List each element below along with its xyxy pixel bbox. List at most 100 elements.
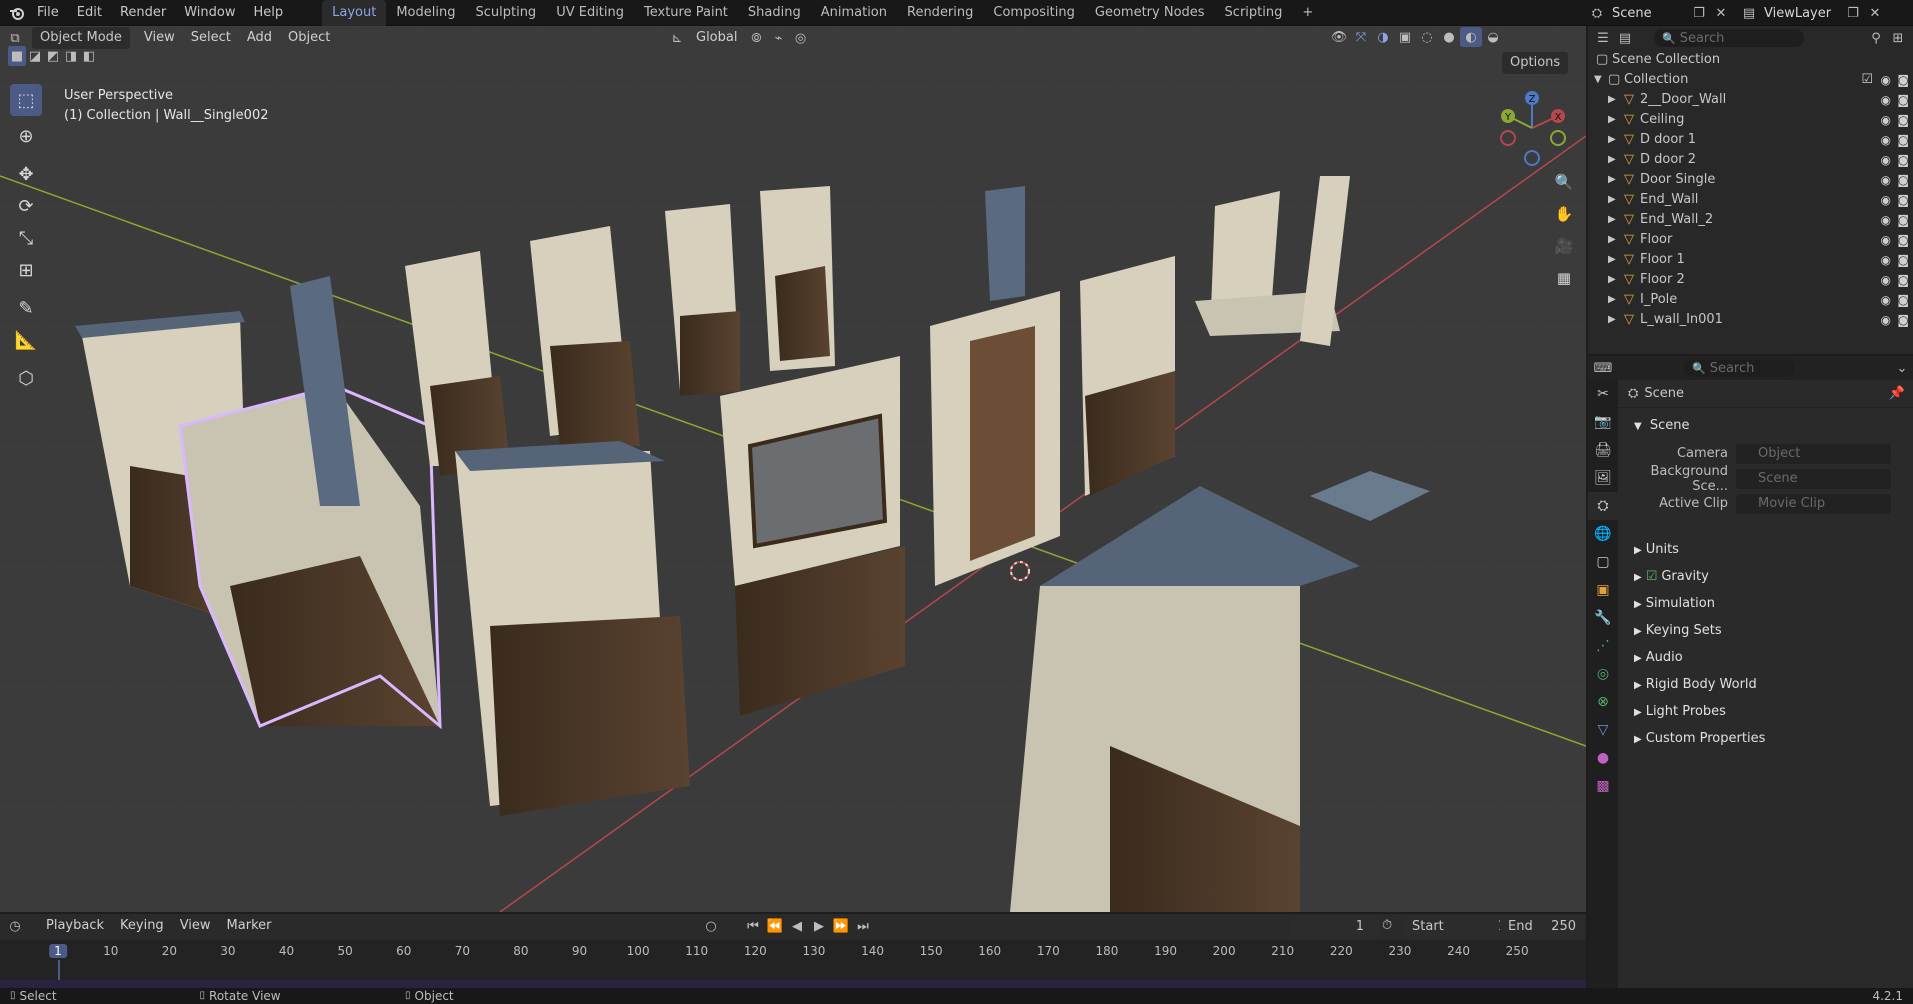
camera-icon[interactable]: ◙ (1897, 110, 1909, 130)
next-keyframe-icon[interactable]: ⏩ (830, 916, 852, 936)
viewport-menu-object[interactable]: Object (280, 27, 338, 49)
select-extend-icon[interactable]: ◪ (26, 46, 44, 66)
xray-icon[interactable]: ▣ (1394, 27, 1416, 47)
tab-uv-editing[interactable]: UV Editing (546, 0, 634, 26)
stopwatch-icon[interactable]: ⏱ (1382, 918, 1392, 933)
tab-geometry-nodes[interactable]: Geometry Nodes (1085, 0, 1215, 26)
tab-sculpting[interactable]: Sculpting (465, 0, 546, 26)
timeline-menu-playback[interactable]: Playback (38, 915, 112, 937)
options-chevron-icon[interactable]: ⌄ (1891, 358, 1913, 378)
subpanel-header[interactable]: ▶ Custom Properties (1618, 725, 1913, 752)
shading-rendered-icon[interactable]: ◒ (1482, 27, 1504, 47)
eye-icon[interactable]: ◉ (1881, 170, 1891, 190)
pin-icon[interactable]: 📌 (1889, 386, 1905, 401)
timeline-menu-keying[interactable]: Keying (112, 915, 172, 937)
new-view-layer-icon[interactable]: ❐ (1842, 3, 1864, 23)
outliner-item[interactable]: ▶ ▽ Floor ◉ ◙ (1588, 230, 1913, 250)
eye-icon[interactable]: ◉ (1881, 150, 1891, 170)
eye-icon[interactable]: ◉ (1881, 270, 1891, 290)
world-tab-icon[interactable]: 🌐 (1588, 520, 1618, 548)
scene-name-field[interactable]: Scene (1608, 6, 1688, 21)
menu-window[interactable]: Window (175, 0, 244, 26)
subpanel-header[interactable]: ▶ Keying Sets (1618, 617, 1913, 644)
snap-icon[interactable]: ⌁ (767, 28, 789, 48)
menu-file[interactable]: File (28, 0, 68, 26)
particles-tab-icon[interactable]: ⋰ (1588, 632, 1618, 660)
options-dropdown[interactable]: Options (1502, 52, 1569, 74)
outliner-item[interactable]: ▶ ▽ L_wall_In001 ◉ ◙ (1588, 310, 1913, 330)
physics-tab-icon[interactable]: ◎ (1588, 660, 1618, 688)
window-wall-module[interactable] (720, 356, 905, 716)
viewport-menu-add[interactable]: Add (239, 27, 280, 49)
eye-icon[interactable]: ◉ (1881, 250, 1891, 270)
object-tab-icon[interactable]: ▣ (1588, 576, 1618, 604)
timeline-menu-view[interactable]: View (172, 915, 219, 937)
camera-icon[interactable]: ◙ (1897, 290, 1909, 310)
menu-edit[interactable]: Edit (68, 0, 111, 26)
material-tab-icon[interactable]: ● (1588, 744, 1618, 772)
eye-icon[interactable]: ◉ (1881, 130, 1891, 150)
pan-hand-icon[interactable]: ✋ (1548, 198, 1580, 230)
view-layer-field[interactable]: ViewLayer (1760, 6, 1842, 21)
transform-orientation-dropdown[interactable]: Global (688, 27, 745, 49)
tab-animation[interactable]: Animation (811, 0, 897, 26)
add-workspace-button[interactable]: + (1292, 0, 1323, 26)
tab-rendering[interactable]: Rendering (897, 0, 983, 26)
camera-icon[interactable]: ◙ (1897, 210, 1909, 230)
chevron-right-icon[interactable]: ▶ (1608, 230, 1616, 250)
camera-icon[interactable]: ◙ (1897, 230, 1909, 250)
editor-type-icon[interactable]: ⧉ (4, 28, 26, 48)
wall-module[interactable] (1080, 256, 1175, 496)
menu-help[interactable]: Help (245, 0, 293, 26)
jump-start-icon[interactable]: ⏮ (742, 916, 764, 936)
outliner-search-input[interactable]: Search (1680, 31, 1725, 46)
start-frame-field[interactable]: Start 1 (1404, 916, 1514, 938)
menu-render[interactable]: Render (111, 0, 175, 26)
camera-icon[interactable]: ◙ (1897, 250, 1909, 270)
shading-material-icon[interactable]: ◐ (1460, 27, 1482, 47)
measure-tool-icon[interactable]: 📐 (10, 324, 42, 356)
viewport-menu-view[interactable]: View (136, 27, 183, 49)
play-reverse-icon[interactable]: ◀ (786, 916, 808, 936)
camera-icon[interactable]: ◙ (1897, 310, 1909, 330)
property-value-field[interactable]: Object (1736, 443, 1891, 464)
outliner-item[interactable]: ▶ ▽ End_Wall_2 ◉ ◙ (1588, 210, 1913, 230)
gizmo-toggle-icon[interactable]: ⤧ (1350, 27, 1372, 47)
autokey-icon[interactable]: ○ (700, 916, 722, 936)
camera-icon[interactable]: ◙ (1897, 170, 1909, 190)
scene-tab-icon[interactable]: ⛭ (1588, 492, 1618, 520)
scale-tool-icon[interactable]: ⤡ (10, 222, 42, 254)
subpanel-header[interactable]: ▶ Simulation (1618, 590, 1913, 617)
rotate-tool-icon[interactable]: ⟳ (10, 190, 42, 222)
tab-layout[interactable]: Layout (322, 0, 387, 26)
eye-icon[interactable]: ◉ (1881, 190, 1891, 210)
tab-scripting[interactable]: Scripting (1215, 0, 1293, 26)
camera-view-icon[interactable]: 🎥 (1548, 230, 1580, 262)
gravity-checkbox[interactable]: ☑ (1646, 569, 1658, 584)
close-scene-icon[interactable]: ✕ (1710, 3, 1732, 23)
subpanel-header[interactable]: ▶ Rigid Body World (1618, 671, 1913, 698)
outliner-item[interactable]: ▶ ▽ D door 2 ◉ ◙ (1588, 150, 1913, 170)
camera-icon[interactable]: ◙ (1897, 90, 1909, 110)
shading-wireframe-icon[interactable]: ◌ (1416, 27, 1438, 47)
scene-icon[interactable]: ⛭ (1586, 3, 1608, 23)
prev-keyframe-icon[interactable]: ⏪ (764, 916, 786, 936)
camera-icon[interactable]: ◙ (1897, 130, 1909, 150)
timeline-menu-marker[interactable]: Marker (219, 915, 280, 937)
current-frame-marker[interactable]: 1 (49, 944, 67, 958)
chevron-right-icon[interactable]: ▶ (1608, 130, 1616, 150)
constraints-tab-icon[interactable]: ⊗ (1588, 688, 1618, 716)
eye-icon[interactable]: ◉ (1881, 290, 1891, 310)
subpanel-header[interactable]: ▶ Audio (1618, 644, 1913, 671)
outliner-item[interactable]: ▶ ▽ Door Single ◉ ◙ (1588, 170, 1913, 190)
outliner-item[interactable]: ▶ ▽ Floor 2 ◉ ◙ (1588, 270, 1913, 290)
outliner-item[interactable]: ▶ ▽ End_Wall ◉ ◙ (1588, 190, 1913, 210)
subpanel-header[interactable]: ▶ Units (1618, 536, 1913, 563)
select-subtract-icon[interactable]: ◩ (44, 46, 62, 66)
chevron-right-icon[interactable]: ▶ (1608, 310, 1616, 330)
scene-panel-header[interactable]: ▼ Scene (1618, 412, 1913, 439)
navigation-gizmo[interactable]: Z X Y (1496, 88, 1568, 166)
viewport-menu-select[interactable]: Select (183, 27, 239, 49)
overlay-toggle-icon[interactable]: ◑ (1372, 27, 1394, 47)
chevron-right-icon[interactable]: ▶ (1608, 110, 1616, 130)
